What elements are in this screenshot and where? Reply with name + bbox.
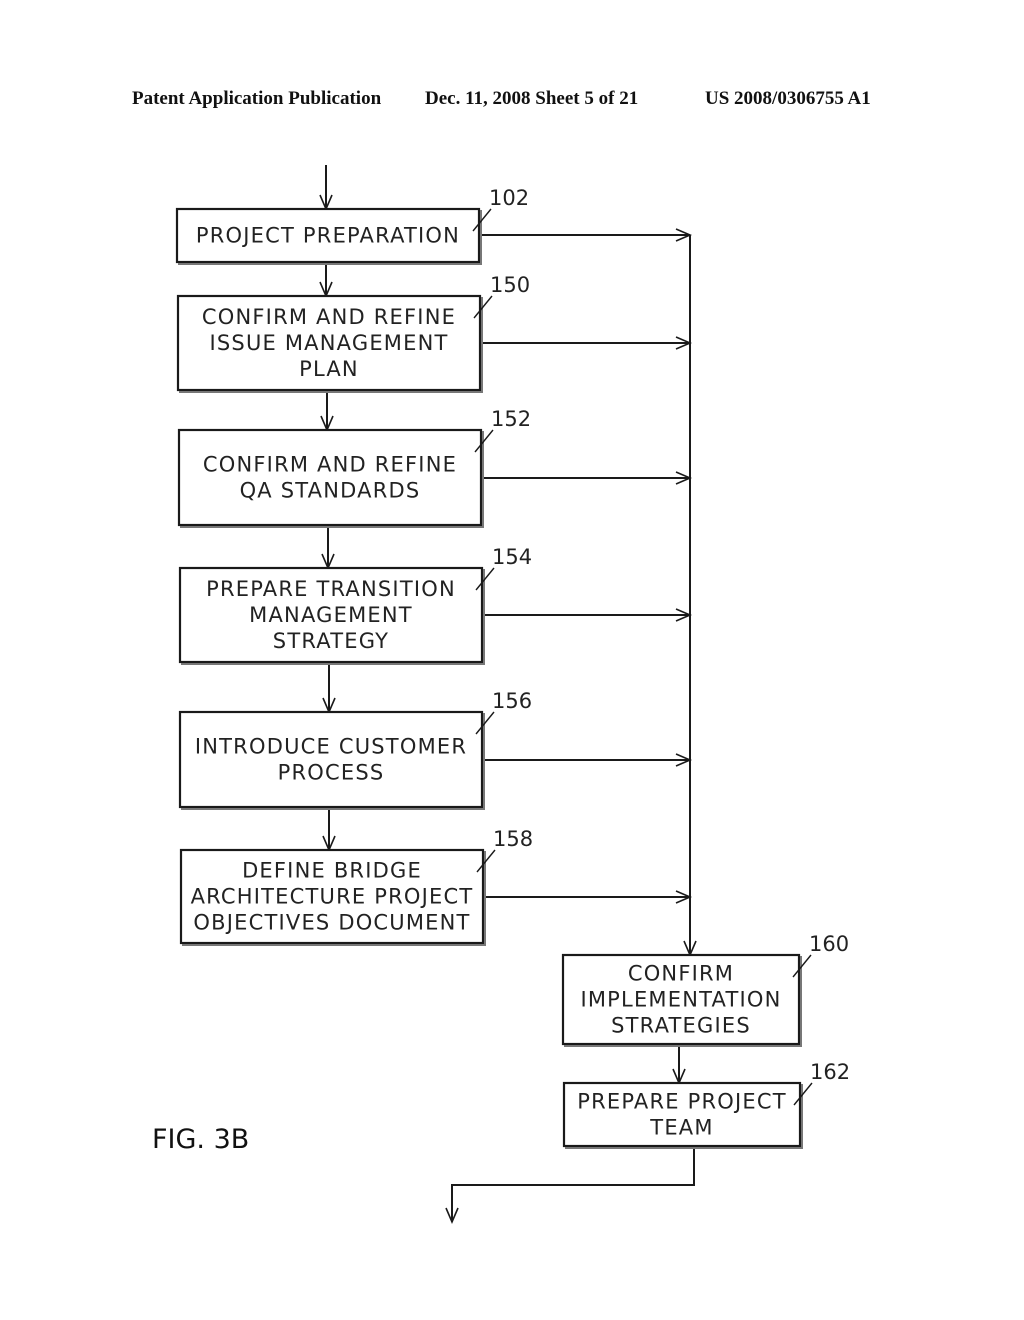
- figure-label: FIG. 3B: [152, 1124, 249, 1155]
- step-label-line: DEFINE BRIDGE: [242, 859, 422, 883]
- step-label-line: ARCHITECTURE PROJECT: [191, 885, 474, 909]
- step-158: DEFINE BRIDGEARCHITECTURE PROJECTOBJECTI…: [179, 827, 533, 946]
- step-label-line: QA STANDARDS: [240, 479, 421, 503]
- step-label-line: PROJECT PREPARATION: [196, 224, 460, 248]
- step-150: CONFIRM AND REFINEISSUE MANAGEMENTPLAN 15…: [176, 273, 530, 393]
- step-label-line: INTRODUCE CUSTOMER: [195, 735, 467, 759]
- step-label-line: CONFIRM AND REFINE: [202, 305, 456, 329]
- reference-numeral: 160: [809, 932, 849, 956]
- step-label-line: STRATEGY: [273, 629, 389, 653]
- step-label-line: CONFIRM AND REFINE: [203, 453, 457, 477]
- process-box: [177, 428, 483, 527]
- process-box: [178, 710, 484, 809]
- step-154: PREPARE TRANSITIONMANAGEMENTSTRATEGY 154: [178, 545, 532, 665]
- reference-numeral: 150: [490, 273, 530, 297]
- reference-numeral: 152: [491, 407, 531, 431]
- exit-connector: [451, 1148, 695, 1222]
- step-label-line: PREPARE TRANSITION: [206, 577, 456, 601]
- step-label-line: OBJECTIVES DOCUMENT: [193, 911, 470, 935]
- reference-numeral: 154: [492, 545, 532, 569]
- step-156: INTRODUCE CUSTOMERPROCESS 156: [178, 689, 532, 810]
- reference-numeral: 156: [492, 689, 532, 713]
- step-label-line: ISSUE MANAGEMENT: [209, 331, 448, 355]
- step-152: CONFIRM AND REFINEQA STANDARDS 152: [177, 407, 531, 528]
- step-label-line: PLAN: [299, 357, 359, 381]
- flowchart: PROJECT PREPARATION 102 CONFIRM AND REFINE…: [152, 165, 850, 1225]
- reference-numeral: 162: [810, 1060, 850, 1084]
- step-label-line: PROCESS: [278, 761, 385, 785]
- step-102: PROJECT PREPARATION 102: [175, 186, 529, 265]
- process-boxes: PROJECT PREPARATION 102 CONFIRM AND REFINE…: [175, 186, 850, 1149]
- step-160: CONFIRMIMPLEMENTATIONSTRATEGIES 160: [561, 932, 849, 1047]
- step-label-line: PREPARE PROJECT: [577, 1090, 786, 1114]
- step-label-line: TEAM: [649, 1116, 713, 1140]
- step-label-line: MANAGEMENT: [249, 603, 413, 627]
- step-label-line: STRATEGIES: [611, 1014, 751, 1038]
- step-162: PREPARE PROJECTTEAM 162: [562, 1060, 850, 1149]
- step-label-line: IMPLEMENTATION: [580, 988, 781, 1012]
- step-label-line: CONFIRM: [628, 962, 734, 986]
- reference-numeral: 158: [493, 827, 533, 851]
- reference-numeral: 102: [489, 186, 529, 210]
